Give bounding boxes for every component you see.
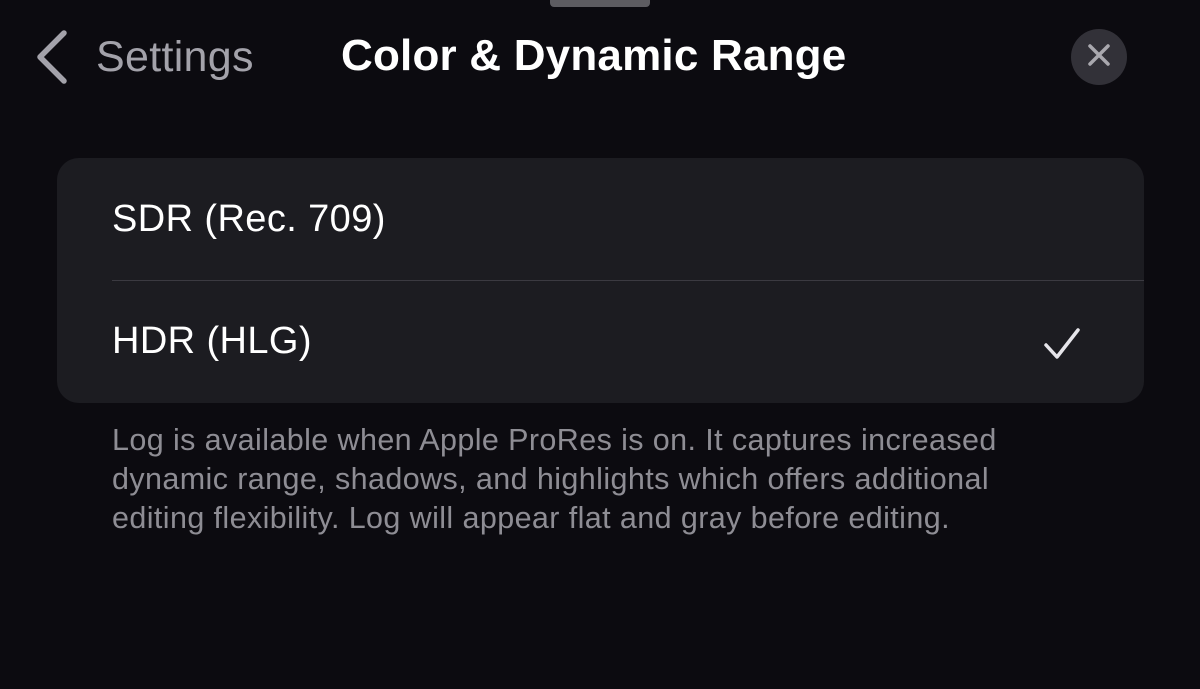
option-label: SDR (Rec. 709): [112, 197, 386, 240]
dynamic-range-options: SDR (Rec. 709) HDR (HLG): [57, 158, 1144, 403]
color-dynamic-range-screen: Settings Color & Dynamic Range SDR (Rec.…: [0, 0, 1200, 689]
option-sdr-rec709[interactable]: SDR (Rec. 709): [57, 158, 1144, 280]
close-icon: [1087, 43, 1111, 72]
page-title: Color & Dynamic Range: [341, 31, 847, 80]
back-button[interactable]: Settings: [34, 27, 254, 87]
sheet-grabber[interactable]: [550, 0, 650, 7]
option-hdr-hlg[interactable]: HDR (HLG): [112, 280, 1144, 402]
log-info-note: Log is available when Apple ProRes is on…: [112, 423, 997, 535]
option-label: HDR (HLG): [112, 320, 312, 362]
close-button[interactable]: [1071, 29, 1127, 85]
back-label: Settings: [96, 32, 254, 81]
chevron-left-icon: [34, 27, 70, 87]
checkmark-icon: [1043, 327, 1081, 361]
